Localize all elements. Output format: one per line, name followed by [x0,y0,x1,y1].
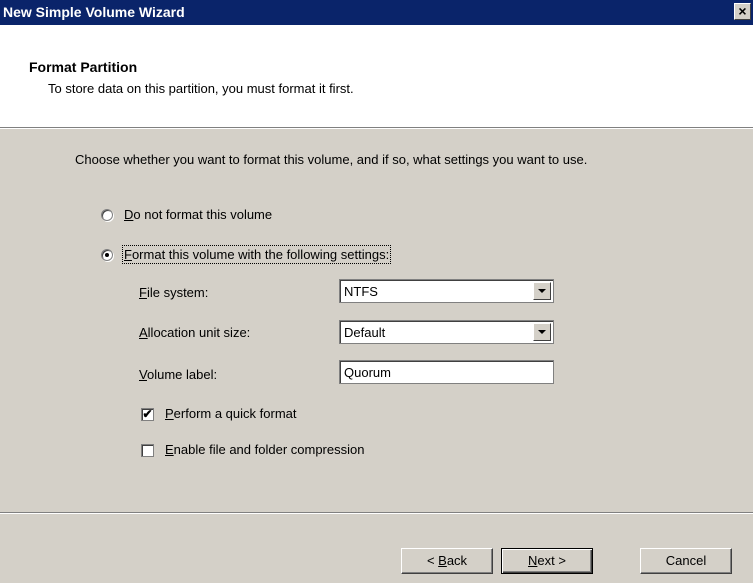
quick-format-label[interactable]: Perform a quick format [165,406,297,421]
do-not-format-label[interactable]: Do not format this volume [124,207,272,222]
next-button[interactable]: Next > [501,548,593,574]
intro-text: Choose whether you want to format this v… [75,152,588,167]
compression-checkbox[interactable] [141,444,154,457]
quick-format-checkbox[interactable]: ✔ [141,408,154,421]
check-icon: ✔ [142,407,153,421]
file-system-select[interactable]: NTFS [339,279,554,303]
format-volume-label[interactable]: Format this volume with the following se… [121,245,392,264]
allocation-unit-label: Allocation unit size: [139,325,251,340]
format-volume-radio[interactable] [101,249,113,261]
compression-label[interactable]: Enable file and folder compression [165,442,364,457]
footer-divider [0,512,753,514]
do-not-format-radio[interactable] [101,209,113,221]
title-bar: New Simple Volume Wizard × [0,0,753,25]
close-button[interactable]: × [734,3,751,20]
volume-label-input[interactable]: Quorum [339,360,554,384]
wizard-header: Format Partition To store data on this p… [0,25,753,127]
window-title: New Simple Volume Wizard [3,4,185,20]
file-system-label: File system: [139,285,209,300]
file-system-value: NTFS [344,284,378,299]
volume-label-label: Volume label: [139,367,218,382]
chevron-down-icon[interactable] [533,282,551,300]
close-icon: × [738,3,747,19]
header-divider [0,127,753,129]
page-subtitle: To store data on this partition, you mus… [48,81,354,96]
cancel-button[interactable]: Cancel [640,548,732,574]
page-title: Format Partition [29,59,138,75]
chevron-down-icon[interactable] [533,323,551,341]
allocation-unit-select[interactable]: Default [339,320,554,344]
volume-label-value: Quorum [344,365,391,380]
back-button[interactable]: < Back [401,548,493,574]
allocation-unit-value: Default [344,325,386,340]
